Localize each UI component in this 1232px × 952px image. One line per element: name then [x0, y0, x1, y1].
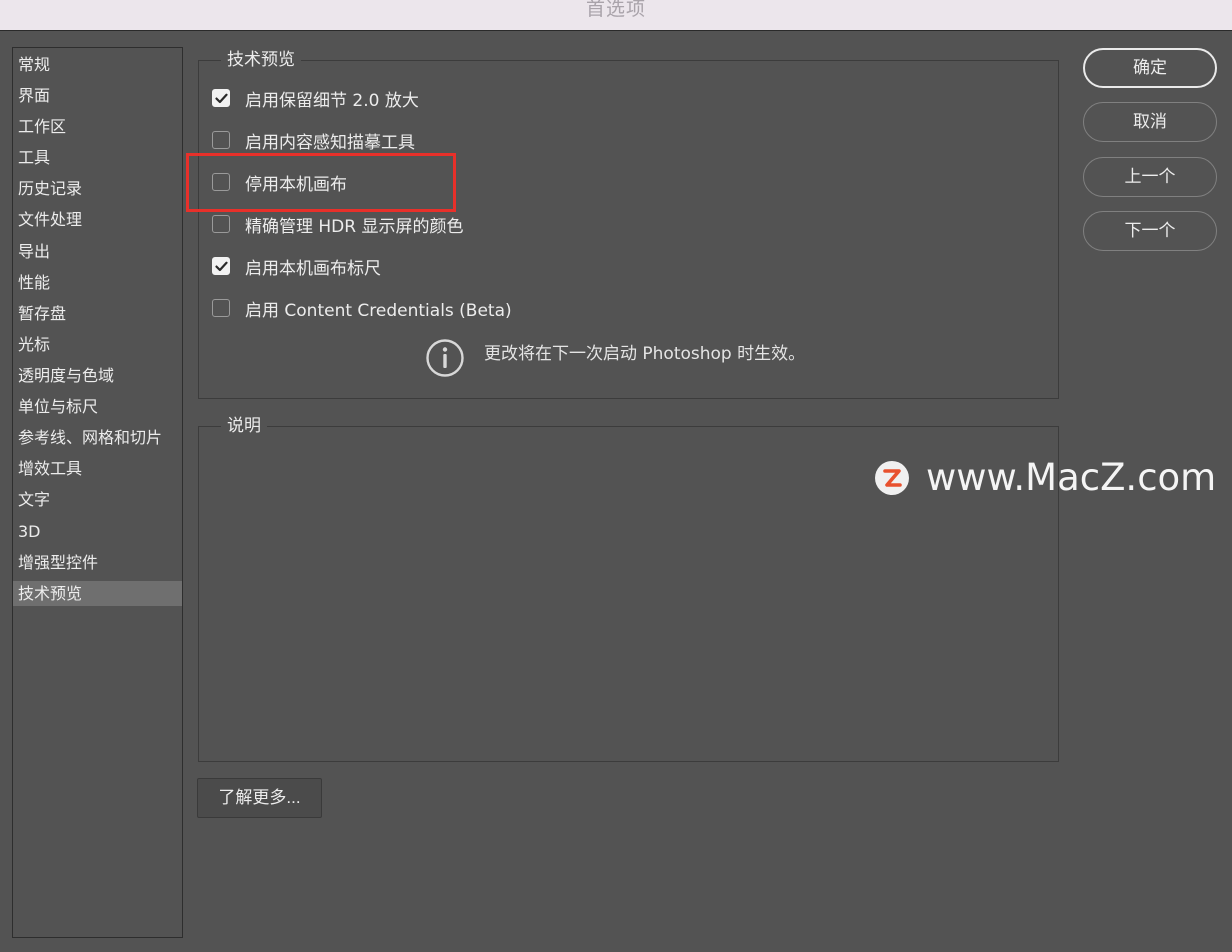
macz-logo-icon — [875, 460, 909, 495]
sidebar-item-technology-previews[interactable]: 技术预览 — [13, 581, 182, 606]
option-content-credentials-checkbox[interactable] — [212, 299, 230, 317]
sidebar-item-guides-grid-slices[interactable]: 参考线、网格和切片 — [13, 425, 182, 450]
sidebar-item-workspace[interactable]: 工作区 — [13, 114, 182, 139]
restart-notice-text: 更改将在下一次启动 Photoshop 时生效。 — [484, 344, 806, 364]
sidebar-item-history[interactable]: 历史记录 — [13, 176, 182, 201]
next-button[interactable]: 下一个 — [1083, 211, 1217, 251]
sidebar-item-file-handling[interactable]: 文件处理 — [13, 207, 182, 232]
option-disable-native-canvas-checkbox[interactable] — [212, 173, 230, 191]
learn-more-button[interactable]: 了解更多... — [197, 778, 322, 818]
sidebar-item-cursors[interactable]: 光标 — [13, 332, 182, 357]
window-titlebar: 首选项 — [0, 0, 1232, 31]
option-content-credentials-label: 启用 Content Credentials (Beta) — [245, 300, 512, 321]
sidebar-item-performance[interactable]: 性能 — [13, 270, 182, 295]
restart-notice: 更改将在下一次启动 Photoshop 时生效。 — [425, 338, 805, 378]
sidebar-item-plugins[interactable]: 增效工具 — [13, 456, 182, 481]
option-hdr-color-checkbox[interactable] — [212, 215, 230, 233]
option-preserve-details-checkbox[interactable] — [212, 89, 230, 107]
sidebar-item-3d[interactable]: 3D — [13, 519, 182, 544]
description-title: 说明 — [221, 414, 267, 438]
sidebar-item-general[interactable]: 常规 — [13, 52, 182, 77]
sidebar-item-interface[interactable]: 界面 — [13, 83, 182, 108]
sidebar-item-export[interactable]: 导出 — [13, 239, 182, 264]
option-hdr-color-row[interactable]: 精确管理 HDR 显示屏的颜色 — [212, 213, 464, 237]
option-native-canvas-rulers-label: 启用本机画布标尺 — [245, 258, 381, 279]
option-preserve-details-label: 启用保留细节 2.0 放大 — [245, 90, 419, 111]
option-disable-native-canvas-row[interactable]: 停用本机画布 — [212, 171, 347, 195]
info-icon — [426, 339, 464, 377]
option-native-canvas-rulers-row[interactable]: 启用本机画布标尺 — [212, 255, 381, 279]
window-title: 首选项 — [585, 0, 646, 20]
preferences-sidebar: 常规 界面 工作区 工具 历史记录 文件处理 导出 性能 暂存盘 光标 透明度与… — [12, 47, 183, 938]
watermark-text: www.MacZ.com — [926, 456, 1217, 499]
sidebar-item-enhanced-controls[interactable]: 增强型控件 — [13, 550, 182, 575]
sidebar-item-scratch-disks[interactable]: 暂存盘 — [13, 301, 182, 326]
sidebar-item-transparency-gamut[interactable]: 透明度与色域 — [13, 363, 182, 388]
option-content-aware-tracing-row[interactable]: 启用内容感知描摹工具 — [212, 129, 415, 153]
checkmark-icon — [214, 93, 228, 103]
watermark: www.MacZ.com — [874, 456, 1216, 499]
option-hdr-color-label: 精确管理 HDR 显示屏的颜色 — [245, 216, 464, 237]
option-native-canvas-rulers-checkbox[interactable] — [212, 257, 230, 275]
checkmark-icon — [214, 261, 228, 271]
option-content-credentials-row[interactable]: 启用 Content Credentials (Beta) — [212, 297, 512, 321]
technology-previews-title: 技术预览 — [221, 48, 301, 72]
option-content-aware-tracing-label: 启用内容感知描摹工具 — [245, 132, 415, 153]
option-content-aware-tracing-checkbox[interactable] — [212, 131, 230, 149]
option-preserve-details-row[interactable]: 启用保留细节 2.0 放大 — [212, 87, 419, 111]
sidebar-item-units-rulers[interactable]: 单位与标尺 — [13, 394, 182, 419]
previous-button[interactable]: 上一个 — [1083, 157, 1217, 197]
sidebar-item-type[interactable]: 文字 — [13, 487, 182, 512]
cancel-button[interactable]: 取消 — [1083, 102, 1217, 142]
option-disable-native-canvas-label: 停用本机画布 — [245, 174, 347, 195]
ok-button[interactable]: 确定 — [1083, 48, 1217, 88]
sidebar-item-tools[interactable]: 工具 — [13, 145, 182, 170]
